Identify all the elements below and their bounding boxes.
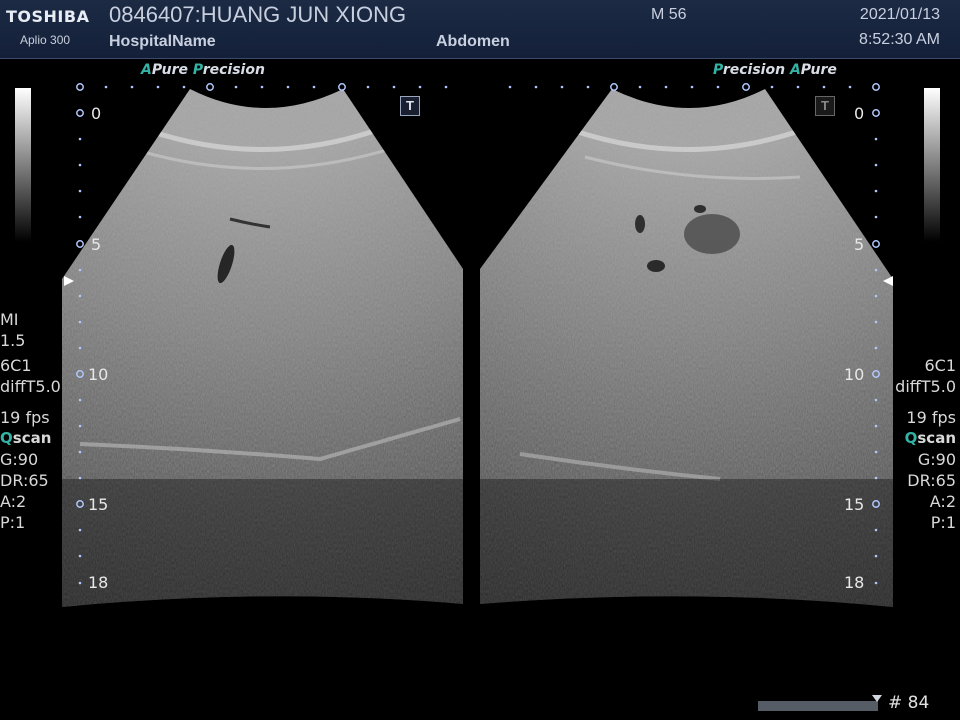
imaging-mode: diffT5.0 (0, 377, 61, 396)
model-name: Aplio 300 (20, 33, 71, 47)
right-view-marker[interactable]: T (815, 96, 835, 116)
exam-time: 8:52:30 AM (859, 31, 940, 48)
left-depth-0: 0 (91, 104, 102, 123)
hospital-name: HospitalName (109, 33, 216, 50)
qscan-indicator: Qscan (904, 429, 956, 447)
exam-date: 2021/01/13 (859, 6, 940, 23)
left-lateral-ruler (104, 83, 448, 91)
probe-name: 6C1 (0, 356, 32, 375)
right-grayscale-bar (924, 88, 940, 242)
left-depth-10: 10 (88, 365, 109, 384)
right-depth-15: 15 (844, 495, 865, 514)
ultrasound-images (62, 83, 893, 607)
cine-loop-bar[interactable] (758, 701, 878, 711)
mi-value: 1.5 (0, 331, 26, 350)
frame-rate: 19 fps (0, 408, 50, 427)
a-value: A:2 (0, 492, 27, 511)
imaging-mode: diffT5.0 (895, 377, 956, 396)
patient-age-sex: M 56 (651, 6, 687, 23)
a-value: A:2 (929, 492, 956, 511)
right-depth-10: 10 (844, 365, 865, 384)
left-parameter-panel: MI 1.5 6C1 diffT5.0 19 fps Qscan G:90 DR… (0, 309, 61, 533)
frame-rate: 19 fps (906, 408, 956, 427)
left-ultrasound-sector (62, 89, 463, 607)
left-depth-15: 15 (88, 495, 109, 514)
left-grayscale-bar (15, 88, 31, 242)
frame-number: # 84 (888, 693, 930, 713)
dynamic-range-value: DR:65 (0, 471, 49, 490)
right-parameter-panel: 6C1 diffT5.0 19 fps Qscan G:90 DR:65 A:2… (895, 355, 956, 533)
cine-position-marker[interactable] (872, 695, 882, 702)
left-aprecision-logo: APure Precision (141, 62, 265, 78)
right-lateral-ruler (508, 83, 852, 91)
image-area: APure Precision Precision APure T T 0 5 … (0, 59, 960, 720)
right-ultrasound-sector (480, 89, 893, 607)
left-depth-5: 5 (91, 235, 102, 254)
left-depth-18: 18 (88, 573, 109, 592)
qscan-indicator: Qscan (0, 429, 52, 447)
gain-value: G:90 (917, 450, 956, 469)
right-depth-5: 5 (854, 235, 865, 254)
probe-name: 6C1 (924, 356, 956, 375)
exam-type: Abdomen (436, 33, 510, 50)
mi-label: MI (0, 310, 19, 329)
header-bar: TOSHIBA Aplio 300 0846407:HUANG JUN XION… (0, 0, 960, 59)
right-aprecision-logo: Precision APure (713, 62, 837, 78)
gain-value: G:90 (0, 450, 39, 469)
p-value: P:1 (930, 513, 956, 532)
patient-id-name: 0846407:HUANG JUN XIONG (109, 2, 407, 27)
right-depth-0: 0 (854, 104, 865, 123)
dynamic-range-value: DR:65 (907, 471, 956, 490)
p-value: P:1 (0, 513, 26, 532)
right-depth-18: 18 (844, 573, 865, 592)
brand-logo: TOSHIBA (6, 7, 90, 26)
left-active-view-marker[interactable]: T (400, 96, 420, 116)
